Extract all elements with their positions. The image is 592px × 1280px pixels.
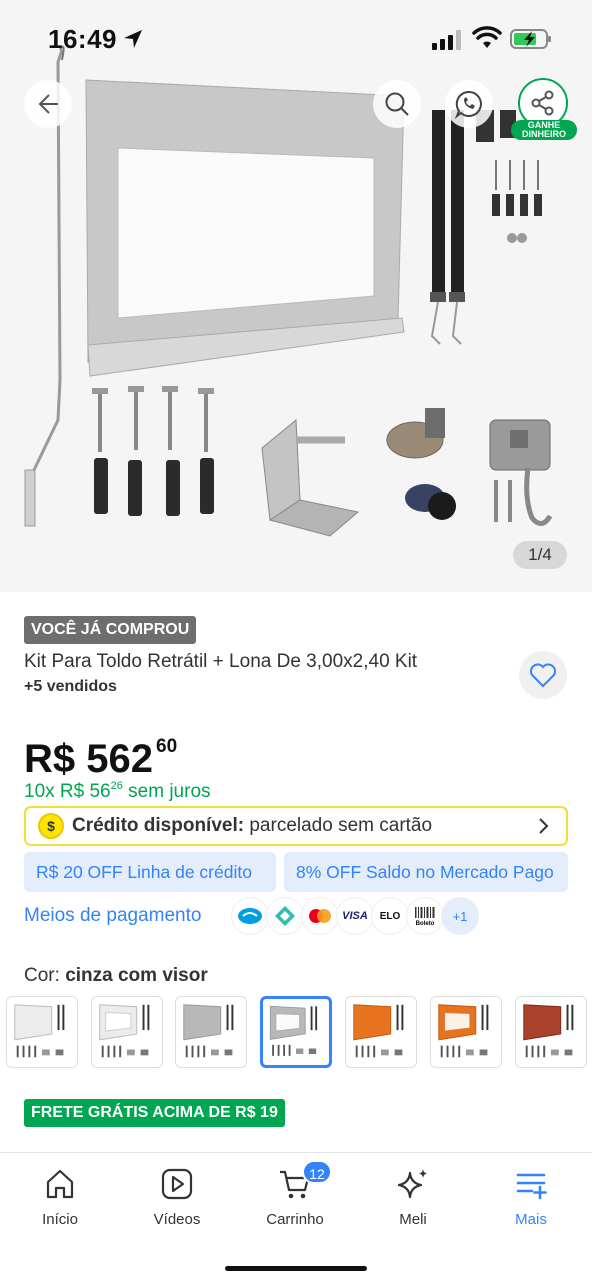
earn-money-badge: GANHE DINHEIRO: [511, 120, 577, 140]
sold-count: +5 vendidos: [24, 678, 117, 695]
selected-color: cinza com visor: [65, 965, 208, 986]
search-icon: [385, 92, 409, 116]
credit-available-banner[interactable]: $ Crédito disponível: parcelado sem cart…: [24, 806, 568, 846]
home-indicator: [225, 1266, 367, 1271]
swatch-branco-visor[interactable]: [91, 996, 163, 1068]
price-cents: 60: [156, 736, 178, 757]
nav-mais[interactable]: Mais: [481, 1167, 581, 1228]
already-bought-badge: VOCÊ JÁ COMPROU: [24, 616, 197, 644]
boleto-label: Boleto: [416, 921, 435, 927]
video-play-icon: [161, 1168, 193, 1200]
credit-bold-label: Crédito disponível:: [72, 815, 245, 836]
free-shipping-badge: FRETE GRÁTIS ACIMA DE R$ 19: [24, 1099, 285, 1127]
credit-text: Crédito disponível: parcelado sem cartão: [72, 815, 432, 837]
chevron-right-icon: [539, 818, 549, 834]
sparkle-icon: [397, 1169, 427, 1199]
promo-credit-line[interactable]: R$ 20 OFF Linha de crédito: [24, 852, 276, 892]
more-payment-methods[interactable]: +1: [442, 898, 478, 934]
product-image-gallery[interactable]: GANHE DINHEIRO 1/4: [0, 0, 592, 592]
favorite-button[interactable]: [519, 651, 567, 699]
battery-charging-icon: [510, 29, 551, 49]
payment-icons[interactable]: VISA ELO Boleto +1: [232, 898, 478, 934]
color-swatches: [4, 994, 592, 1070]
installments-suffix: sem juros: [128, 781, 211, 802]
color-label-prefix: Cor:: [24, 965, 60, 986]
credit-coin-icon: $: [38, 813, 64, 839]
back-button[interactable]: [24, 80, 72, 128]
swatch-laranja[interactable]: [345, 996, 417, 1068]
pix-icon: [267, 898, 303, 934]
payment-methods-link[interactable]: Meios de pagamento: [24, 904, 201, 928]
elo-icon: ELO: [372, 898, 408, 934]
nav-mais-label: Mais: [515, 1211, 547, 1228]
swatch-branco[interactable]: [6, 996, 78, 1068]
search-button[interactable]: [373, 80, 421, 128]
visa-icon: VISA: [337, 898, 373, 934]
promo-mercado-pago[interactable]: 8% OFF Saldo no Mercado Pago: [284, 852, 568, 892]
boleto-icon: Boleto: [407, 898, 443, 934]
menu-plus-icon: [516, 1173, 547, 1200]
bottom-navigation: Início Vídeos 12 Carrinho Meli Mais: [0, 1152, 592, 1280]
status-bar: 16:49: [0, 0, 592, 80]
cart-count-badge: 12: [302, 1160, 332, 1184]
nav-videos[interactable]: Vídeos: [127, 1167, 227, 1228]
image-counter: 1/4: [513, 541, 567, 569]
swatch-cinza[interactable]: [175, 996, 247, 1068]
share-icon: [531, 90, 554, 116]
nav-meli[interactable]: Meli: [363, 1167, 463, 1228]
arrow-left-icon: [38, 94, 58, 114]
mercado-pago-icon: [232, 898, 268, 934]
nav-meli-label: Meli: [399, 1211, 427, 1228]
location-arrow-icon: [124, 30, 142, 48]
product-image: [24, 45, 553, 537]
installments: 10x R$ 5626 sem juros: [24, 774, 211, 804]
heart-icon: [530, 663, 556, 688]
nav-carrinho[interactable]: 12 Carrinho: [245, 1160, 345, 1228]
whatsapp-icon: [454, 90, 482, 119]
color-label: Cor: cinza com visor: [24, 964, 208, 988]
home-icon: [46, 1169, 74, 1199]
nav-carrinho-label: Carrinho: [266, 1211, 324, 1228]
wifi-icon: [472, 26, 502, 48]
mastercard-icon: [302, 898, 338, 934]
swatch-laranja-visor[interactable]: [430, 996, 502, 1068]
whatsapp-button[interactable]: [445, 80, 493, 128]
status-time: 16:49: [48, 24, 117, 54]
nav-inicio[interactable]: Início: [10, 1167, 110, 1228]
swatch-terracota[interactable]: [515, 996, 587, 1068]
nav-videos-label: Vídeos: [153, 1211, 201, 1228]
product-title: Kit Para Toldo Retrátil + Lona De 3,00x2…: [24, 651, 418, 672]
nav-inicio-label: Início: [42, 1211, 78, 1228]
installments-amount: 10x R$ 56: [24, 781, 111, 802]
installments-cents: 26: [110, 780, 123, 792]
credit-description: parcelado sem cartão: [249, 815, 433, 836]
swatch-cinza-visor[interactable]: [260, 996, 332, 1068]
cellular-signal-icon: [432, 30, 461, 50]
